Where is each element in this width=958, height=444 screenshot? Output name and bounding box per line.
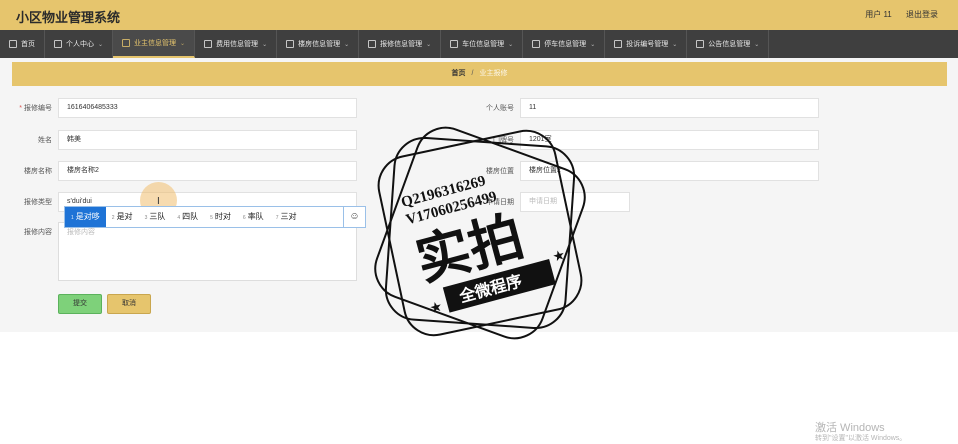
nav-label: 车位信息管理 — [462, 41, 505, 48]
stamp-watermark: Q2196316269 V17060256499 实拍 全微程序 ★ ★ — [374, 126, 586, 340]
ime-candidate[interactable]: 6 率队 — [237, 207, 270, 227]
nav-label: 费用信息管理 — [216, 41, 259, 48]
nav-label: 业主信息管理 — [134, 40, 177, 47]
windows-activation-subtitle: 转到"设置"以激活 Windows。 — [815, 435, 907, 442]
chevron-down-icon: ⌄ — [590, 41, 596, 48]
home-icon — [9, 40, 17, 48]
chevron-down-icon: ⌄ — [344, 41, 350, 48]
repair-icon — [368, 40, 377, 48]
nav-item-owner[interactable]: 业主信息管理 ⌄ — [113, 30, 196, 58]
fee-icon — [204, 40, 213, 48]
emoji-icon[interactable]: ☺ — [343, 207, 365, 227]
nav-item-complaint[interactable]: 投诉编号管理 ⌄ — [605, 30, 688, 58]
nav-item-parking[interactable]: 停车信息管理 ⌄ — [523, 30, 606, 58]
repair-content-label: 报修内容 — [24, 229, 52, 236]
chevron-down-icon: ⌄ — [98, 41, 104, 48]
app-title: 小区物业管理系统 — [16, 10, 121, 25]
main-nav: 首页 个人中心 ⌄ 业主信息管理 ⌄ 费用信息管理 ⌄ 楼房信息管理 ⌄ 报修信息管理 ⌄… — [0, 30, 958, 58]
parking-icon — [532, 40, 541, 48]
ime-candidate[interactable]: 7 三对 — [270, 207, 303, 227]
chevron-down-icon: ⌄ — [754, 41, 760, 48]
nav-label: 首页 — [21, 41, 35, 48]
logout-link[interactable]: 退出登录 — [906, 10, 938, 19]
name-field[interactable]: 韩美 — [58, 130, 357, 150]
breadcrumb: 首页 / 业主报修 — [12, 62, 947, 86]
mail-icon — [450, 40, 459, 48]
breadcrumb-separator: / — [471, 70, 474, 77]
repair-content-textarea[interactable]: 报修内容 — [58, 222, 357, 281]
breadcrumb-current: 业主报修 — [479, 70, 508, 77]
nav-label: 公告信息管理 — [708, 41, 751, 48]
nav-item-building[interactable]: 楼房信息管理 ⌄ — [277, 30, 360, 58]
breadcrumb-home[interactable]: 首页 — [452, 70, 466, 77]
ime-candidate[interactable]: 2 是对 — [106, 207, 139, 227]
account-label: 个人账号 — [486, 105, 514, 112]
chevron-down-icon: ⌄ — [672, 41, 678, 48]
building-label: 楼房名称 — [24, 168, 52, 175]
repair-no-label: * 报修编号 — [19, 105, 52, 112]
ime-candidate[interactable]: 3 三队 — [139, 207, 172, 227]
nav-item-home[interactable]: 首页 — [0, 30, 45, 58]
complaint-icon — [614, 40, 623, 48]
nav-item-fee[interactable]: 费用信息管理 ⌄ — [195, 30, 278, 58]
nav-label: 楼房信息管理 — [298, 41, 341, 48]
nav-label: 个人中心 — [66, 41, 94, 48]
top-header: 小区物业管理系统 用户 11 退出登录 — [0, 0, 958, 30]
nav-label: 投诉编号管理 — [626, 41, 669, 48]
repair-type-label: 报修类型 — [24, 199, 52, 206]
ime-candidate[interactable]: 1 是对哆 — [65, 207, 106, 227]
chevron-down-icon: ⌄ — [262, 41, 268, 48]
nav-label: 停车信息管理 — [544, 41, 587, 48]
ime-candidate-bar: 1 是对哆 2 是对 3 三队 4 四队 5 时对 6 率队 7 三对 ☺ — [64, 206, 366, 228]
notice-icon — [696, 40, 705, 48]
star-icon: ★ — [428, 298, 444, 317]
user-box: 用户 11 退出登录 — [853, 9, 938, 20]
name-label: 姓名 — [38, 137, 52, 144]
nav-item-repair[interactable]: 报修信息管理 ⌄ — [359, 30, 442, 58]
nav-label: 报修信息管理 — [380, 41, 423, 48]
star-icon: ★ — [551, 246, 567, 265]
account-field[interactable]: 11 — [520, 98, 819, 118]
nav-item-personal[interactable]: 个人中心 ⌄ — [45, 30, 114, 58]
chevron-down-icon: ⌄ — [508, 41, 514, 48]
current-user[interactable]: 用户 11 — [865, 10, 892, 19]
repair-no-field[interactable]: 1616406485333 — [58, 98, 357, 118]
chevron-down-icon: ⌄ — [180, 40, 186, 47]
building-icon — [286, 40, 295, 48]
ime-candidate[interactable]: 4 四队 — [171, 207, 204, 227]
building-field[interactable]: 楼房名称2 — [58, 161, 357, 181]
nav-item-parking-space[interactable]: 车位信息管理 ⌄ — [441, 30, 524, 58]
owner-icon — [122, 39, 131, 47]
chevron-down-icon: ⌄ — [426, 41, 432, 48]
user-icon — [54, 40, 62, 48]
nav-item-notice[interactable]: 公告信息管理 ⌄ — [687, 30, 770, 58]
cancel-button[interactable]: 取消 — [107, 294, 151, 314]
ime-candidate[interactable]: 5 时对 — [204, 207, 237, 227]
submit-button[interactable]: 提交 — [58, 294, 102, 314]
